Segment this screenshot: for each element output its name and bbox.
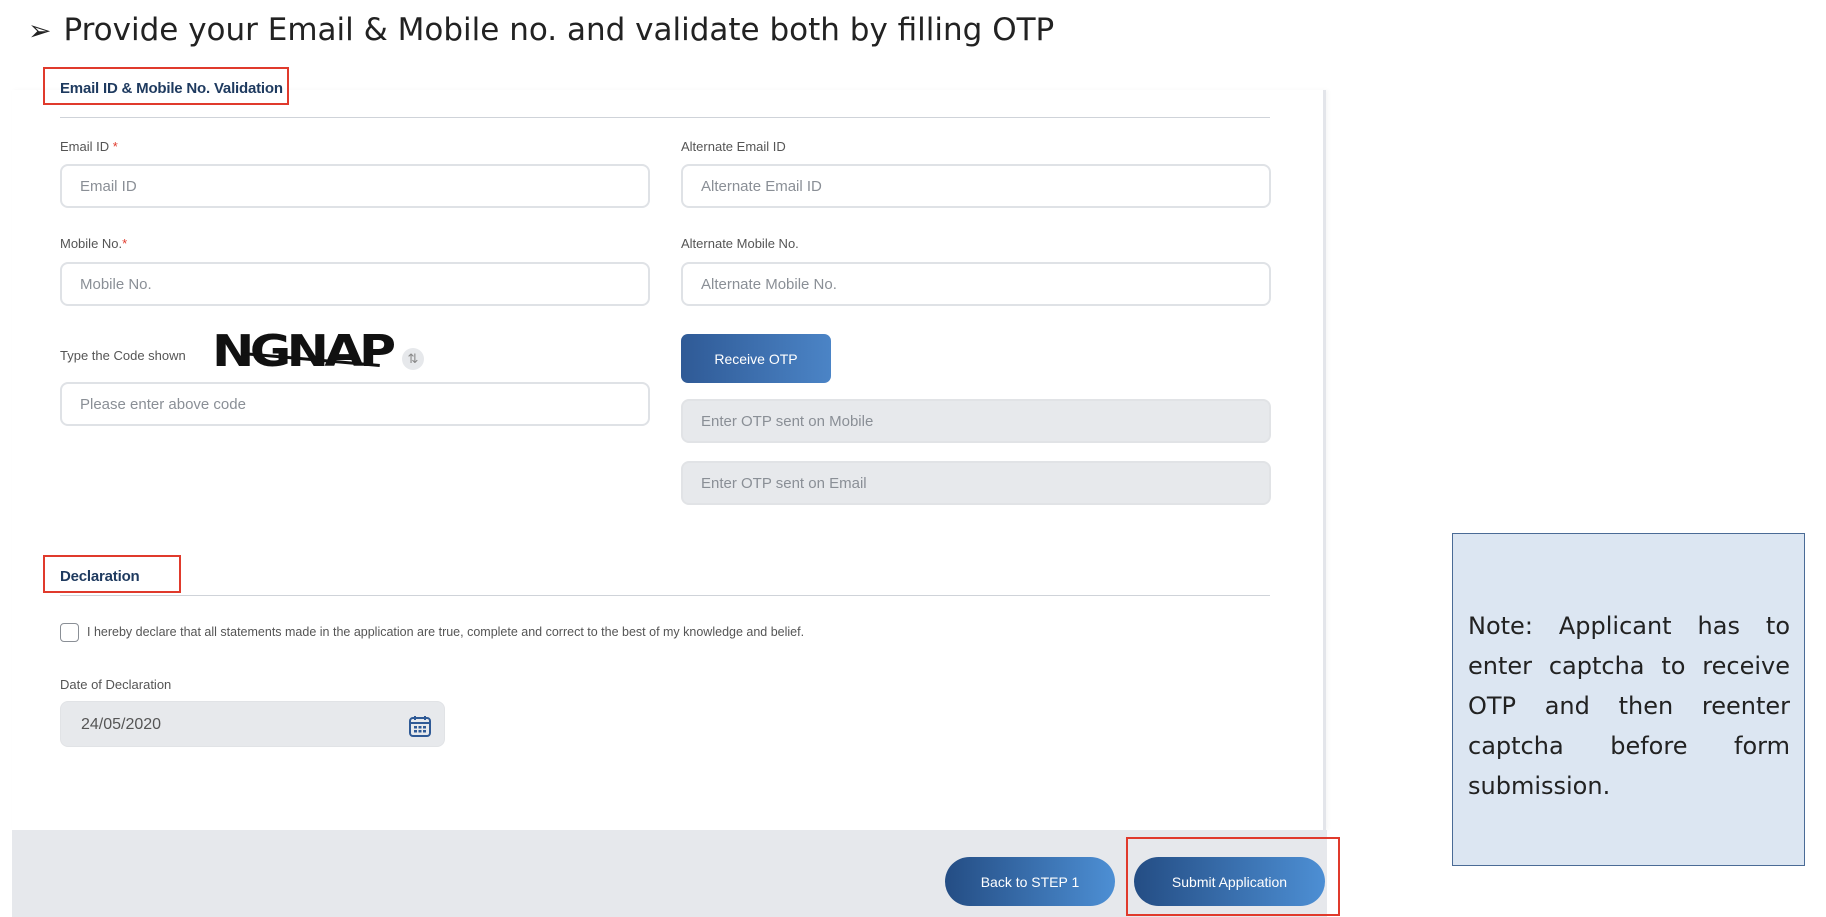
mobile-input[interactable] [60, 262, 650, 306]
section-divider [60, 117, 1270, 118]
otp-mobile-input[interactable] [681, 399, 1271, 443]
calendar-icon[interactable] [408, 714, 432, 738]
alt-mobile-input[interactable] [681, 262, 1271, 306]
section-divider [60, 595, 1270, 596]
instruction-text: Provide your Email & Mobile no. and vali… [63, 12, 1055, 48]
required-mark: * [112, 139, 118, 154]
note-box: Note: Applicant has to enter captcha to … [1452, 533, 1805, 866]
declaration-checkbox[interactable] [60, 623, 79, 642]
arrow-bullet-icon: ➢ [28, 13, 52, 47]
email-input[interactable] [60, 164, 650, 208]
declaration-text: I hereby declare that all statements mad… [87, 625, 805, 639]
otp-email-input[interactable] [681, 461, 1271, 505]
alt-email-label: Alternate Email ID [681, 139, 786, 154]
back-to-step1-button[interactable]: Back to STEP 1 [945, 857, 1115, 906]
alt-mobile-label: Alternate Mobile No. [681, 236, 799, 251]
receive-otp-button[interactable]: Receive OTP [681, 334, 831, 383]
date-of-declaration-field[interactable]: 24/05/2020 [60, 701, 445, 747]
alt-email-input[interactable] [681, 164, 1271, 208]
section-title-validation: Email ID & Mobile No. Validation [60, 80, 283, 97]
email-label: Email ID * [60, 139, 118, 154]
captcha-label: Type the Code shown [60, 348, 186, 363]
instruction-heading: ➢ Provide your Email & Mobile no. and va… [28, 12, 1054, 48]
date-label: Date of Declaration [60, 677, 172, 692]
mobile-label: Mobile No.* [60, 236, 128, 251]
required-mark: * [122, 236, 128, 251]
note-text: Note: Applicant has to enter captcha to … [1468, 612, 1790, 800]
submit-application-button[interactable]: Submit Application [1134, 857, 1325, 906]
captcha-image: NGNAP [212, 326, 396, 377]
date-value: 24/05/2020 [81, 716, 162, 733]
section-title-declaration: Declaration [60, 568, 140, 585]
captcha-input[interactable] [60, 382, 650, 426]
refresh-captcha-icon[interactable]: ⇅ [402, 348, 424, 370]
